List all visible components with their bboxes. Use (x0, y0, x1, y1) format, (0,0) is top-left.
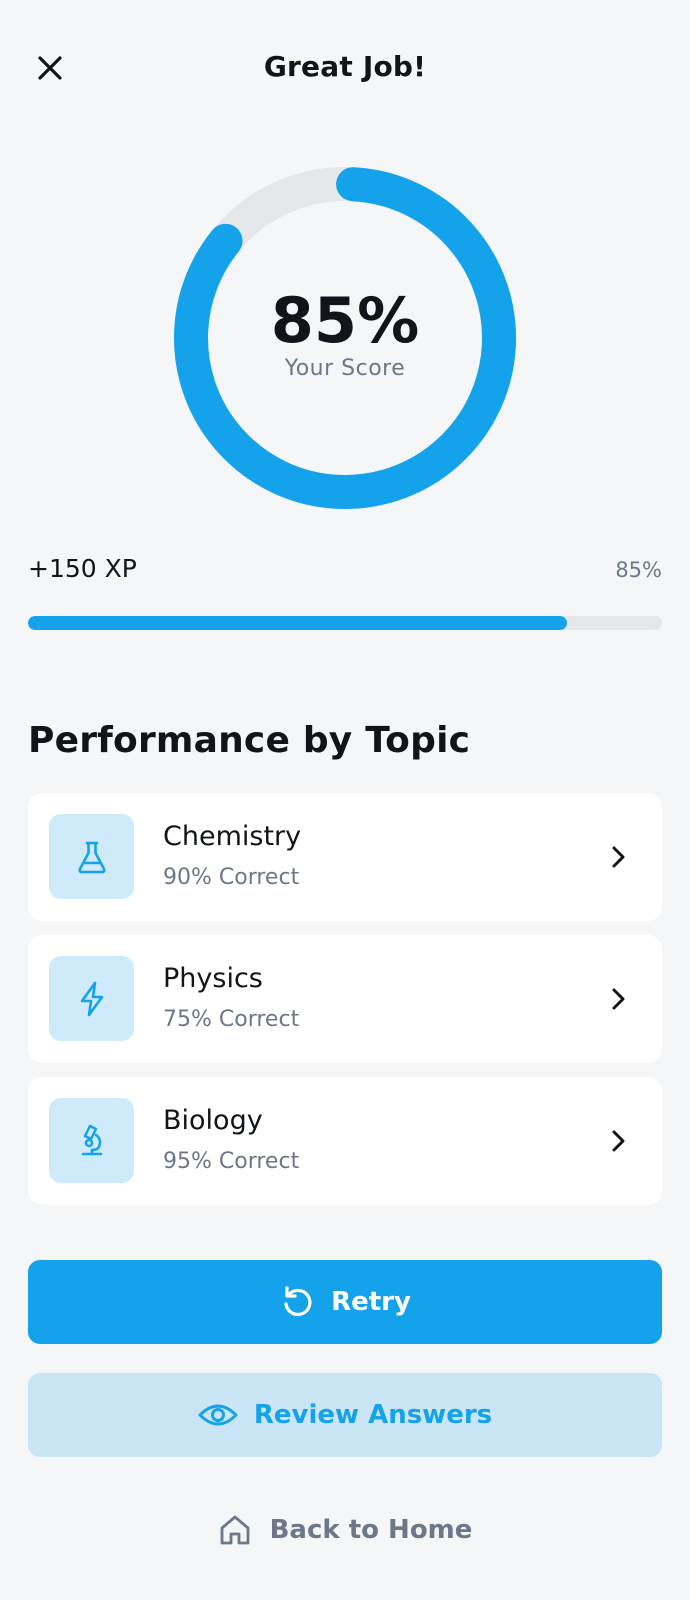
xp-row: +150 XP 85% (28, 550, 662, 586)
flask-icon (77, 841, 106, 873)
topic-icon-box (49, 1098, 134, 1183)
retry-label: Retry (331, 1287, 411, 1317)
retry-icon (279, 1284, 315, 1320)
topic-name: Biology (163, 1105, 263, 1136)
topic-icon-box (49, 814, 134, 899)
topic-card-physics[interactable]: Physics 75% Correct (28, 935, 662, 1063)
back-to-home-button[interactable]: Back to Home (0, 1505, 690, 1555)
topic-icon-box (49, 956, 134, 1041)
topic-result: 90% Correct (163, 865, 300, 890)
xp-progress-fill (28, 616, 567, 630)
chevron-right-icon (612, 988, 625, 1010)
microscope-icon (81, 1124, 102, 1155)
lightning-icon (80, 981, 103, 1016)
review-answers-button[interactable]: Review Answers (28, 1373, 662, 1457)
score-label: Your Score (284, 356, 406, 381)
xp-percent: 85% (615, 558, 662, 582)
topic-name: Physics (163, 963, 263, 994)
back-to-home-label: Back to Home (269, 1515, 473, 1545)
topic-result: 95% Correct (163, 1149, 300, 1174)
score-ring: 85% Your Score (173, 166, 517, 510)
home-icon (218, 1513, 252, 1547)
topic-card-chemistry[interactable]: Chemistry 90% Correct (28, 793, 662, 921)
page-title: Great Job! (263, 50, 427, 83)
xp-progress-bar (28, 616, 662, 630)
chevron-right-icon (612, 846, 625, 868)
topic-card-biology[interactable]: Biology 95% Correct (28, 1077, 662, 1205)
review-answers-label: Review Answers (253, 1400, 493, 1430)
section-title: Performance by Topic (28, 720, 471, 761)
chevron-right-icon (612, 1130, 625, 1152)
score-value: 85% (270, 284, 420, 357)
topic-list: Chemistry 90% Correct Physics 75% Correc… (28, 793, 662, 1219)
topic-name: Chemistry (163, 821, 302, 852)
topic-result: 75% Correct (163, 1007, 300, 1032)
header: Great Job! (0, 0, 690, 140)
retry-button[interactable]: Retry (28, 1260, 662, 1344)
xp-label: +150 XP (28, 554, 137, 583)
eye-icon (198, 1400, 238, 1430)
